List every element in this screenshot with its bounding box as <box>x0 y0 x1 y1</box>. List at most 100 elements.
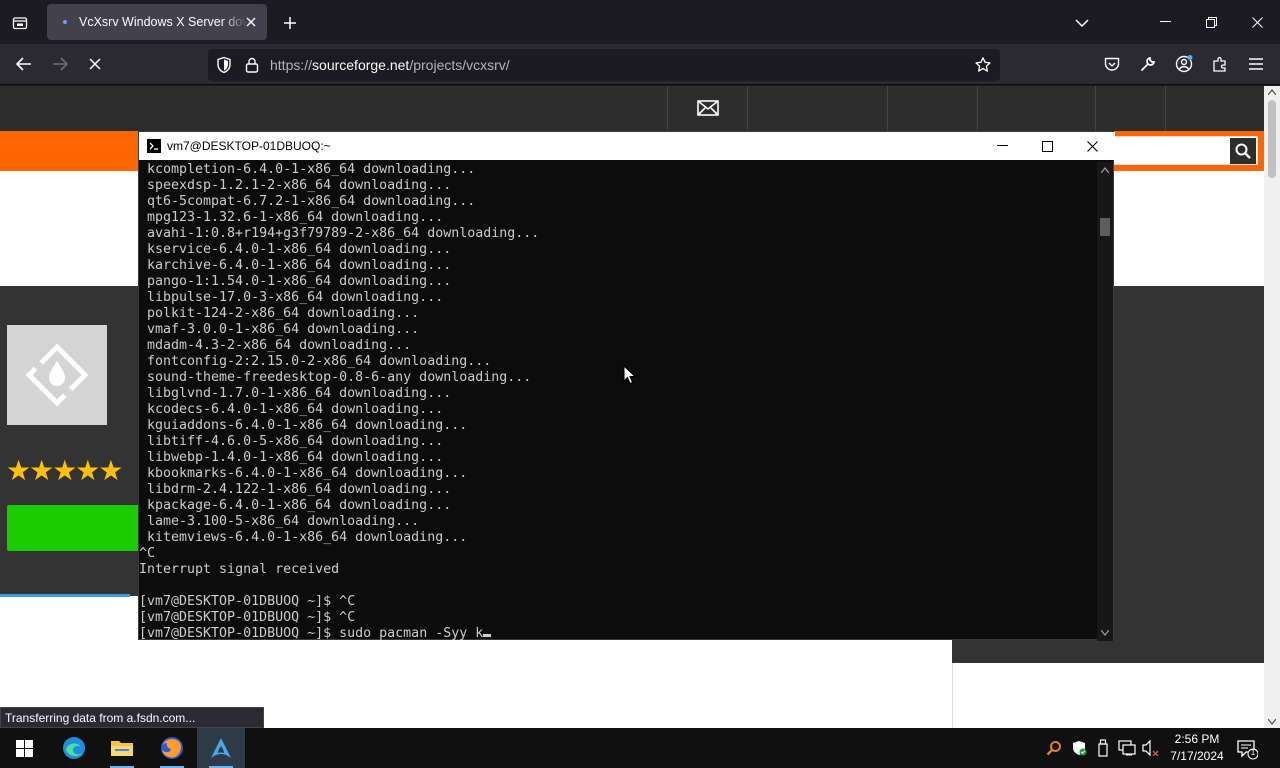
rating-stars: ★★★★★ <box>6 454 124 487</box>
scroll-down-arrow-icon[interactable] <box>1268 719 1276 725</box>
firefox-icon[interactable] <box>148 728 196 768</box>
terminal-line-text: kitemviews-6.4.0-1-x86_64 downloading... <box>147 530 468 545</box>
stop-loading-icon[interactable] <box>81 50 109 78</box>
windows-start-icon[interactable] <box>0 728 48 768</box>
firefox-view-icon[interactable] <box>6 9 34 37</box>
list-all-tabs-chevron-icon[interactable] <box>1068 9 1096 37</box>
back-arrow-icon[interactable] <box>10 50 38 78</box>
scrollbar-thumb[interactable] <box>1268 100 1276 178</box>
arch-linux-icon[interactable] <box>197 728 245 768</box>
terminal-title-bar[interactable]: vm7@DESKTOP-01DBUOQ:~ <box>139 132 1115 160</box>
url-text[interactable]: https://sourceforge.net/projects/vcxsrv/ <box>270 57 510 73</box>
page-scrollbar[interactable] <box>1264 86 1280 728</box>
terminal-line-text: lame-3.100-5-x86_64 downloading... <box>147 514 420 529</box>
download-button[interactable] <box>7 505 147 551</box>
wrench-icon[interactable] <box>1134 50 1162 78</box>
terminal-close-icon[interactable] <box>1069 132 1115 160</box>
extensions-puzzle-icon[interactable] <box>1206 50 1234 78</box>
scroll-up-arrow-icon[interactable] <box>1268 89 1276 95</box>
terminal-maximize-icon[interactable] <box>1024 132 1070 160</box>
clock-time: 2:56 PM <box>1174 732 1220 746</box>
edge-icon[interactable] <box>50 728 98 768</box>
account-avatar-icon[interactable] <box>1170 50 1198 78</box>
terminal-line-text: [vm7@DESKTOP-01DBUOQ ~]$ ^C <box>139 610 356 625</box>
lock-icon[interactable] <box>243 56 261 74</box>
terminal-line: kguiaddons-6.4.0-1-x86_64 downloading... <box>147 418 1099 434</box>
terminal-line-text: kguiaddons-6.4.0-1-x86_64 downloading... <box>147 418 468 433</box>
browser-tab[interactable]: VcXsrv Windows X Server download <box>47 4 267 40</box>
speaker-muted-icon[interactable] <box>1141 738 1161 758</box>
terminal-minimize-icon[interactable] <box>979 132 1025 160</box>
terminal-line-text: kcodecs-6.4.0-1-x86_64 downloading... <box>147 402 444 417</box>
terminal-line: vmaf-3.0.0-1-x86_64 downloading... <box>147 322 1099 338</box>
forward-arrow-icon[interactable] <box>46 50 74 78</box>
security-shield-icon[interactable] <box>1069 738 1089 758</box>
search-magnifier-tray-icon[interactable] <box>1044 738 1064 758</box>
terminal-scroll-up-icon[interactable] <box>1101 167 1109 173</box>
terminal-lines: kcompletion-6.4.0-1-x86_64 downloading..… <box>139 162 1099 641</box>
terminal-line: qt6-5compat-6.7.2-1-x86_64 downloading..… <box>147 194 1099 210</box>
navigation-toolbar: https://sourceforge.net/projects/vcxsrv/ <box>0 44 1280 85</box>
network-icon[interactable] <box>1117 738 1137 758</box>
terminal-line: kcodecs-6.4.0-1-x86_64 downloading... <box>147 402 1099 418</box>
terminal-line-text: libwebp-1.4.0-1-x86_64 downloading... <box>147 450 444 465</box>
terminal-app-icon <box>147 139 161 153</box>
terminal-window[interactable]: vm7@DESKTOP-01DBUOQ:~ kcompletion-6.4.0-… <box>138 131 1115 641</box>
terminal-line-text: sound-theme-freedesktop-0.8-6-any downlo… <box>147 370 532 385</box>
terminal-line: [vm7@DESKTOP-01DBUOQ ~]$ ^C <box>139 610 1099 626</box>
mail-envelope-icon[interactable] <box>696 98 720 118</box>
terminal-line-text: [vm7@DESKTOP-01DBUOQ ~]$ ^C <box>139 594 356 609</box>
terminal-scrollbar[interactable] <box>1097 162 1113 641</box>
pocket-icon[interactable] <box>1098 50 1126 78</box>
search-icon[interactable] <box>1230 138 1256 164</box>
terminal-line: libglvnd-1.7.0-1-x86_64 downloading... <box>147 386 1099 402</box>
terminal-line-text: libglvnd-1.7.0-1-x86_64 downloading... <box>147 386 452 401</box>
terminal-line-text: ^C <box>139 546 156 561</box>
terminal-line-text: kbookmarks-6.4.0-1-x86_64 downloading... <box>147 466 468 481</box>
usb-device-icon[interactable] <box>1093 738 1113 758</box>
new-tab-plus-icon[interactable] <box>276 9 304 37</box>
topbar-cell <box>887 86 977 131</box>
topbar-cell <box>1095 86 1165 131</box>
terminal-scroll-down-icon[interactable] <box>1101 630 1109 636</box>
windows-taskbar: 2:56 PM 7/17/2024 1 <box>0 728 1280 768</box>
browser-tab-strip: VcXsrv Windows X Server download <box>0 0 1280 44</box>
column-divider <box>952 663 953 728</box>
file-explorer-icon[interactable] <box>98 728 146 768</box>
bookmark-star-icon[interactable] <box>974 56 992 74</box>
terminal-line: [vm7@DESKTOP-01DBUOQ ~]$ ^C <box>139 594 1099 610</box>
address-bar[interactable]: https://sourceforge.net/projects/vcxsrv/ <box>208 49 1000 81</box>
project-logo <box>7 325 107 425</box>
terminal-cursor <box>483 634 492 637</box>
terminal-line: polkit-124-2-x86_64 downloading... <box>147 306 1099 322</box>
terminal-line: ^C <box>139 546 1099 562</box>
notification-center-icon[interactable]: 1 <box>1236 738 1258 760</box>
terminal-line-text: Interrupt signal received <box>139 562 340 577</box>
terminal-line-text: libtiff-4.6.0-5-x86_64 downloading... <box>147 434 444 449</box>
terminal-line-text: speexdsp-1.2.1-2-x86_64 downloading... <box>147 178 452 193</box>
mouse-pointer-icon <box>623 365 636 385</box>
terminal-line: libdrm-2.4.122-1-x86_64 downloading... <box>147 482 1099 498</box>
restore-icon[interactable] <box>1188 0 1234 44</box>
hamburger-menu-icon[interactable] <box>1242 50 1270 78</box>
minimize-icon[interactable] <box>1142 0 1188 44</box>
tracking-protection-shield-icon[interactable] <box>215 56 233 74</box>
topbar-cell <box>747 86 887 131</box>
terminal-title: vm7@DESKTOP-01DBUOQ:~ <box>167 139 331 153</box>
system-clock[interactable]: 2:56 PM 7/17/2024 <box>1162 731 1232 765</box>
terminal-scrollbar-thumb[interactable] <box>1100 218 1110 236</box>
terminal-line-text: mdadm-4.3-2-x86_64 downloading... <box>147 338 412 353</box>
terminal-line: kservice-6.4.0-1-x86_64 downloading... <box>147 242 1099 258</box>
url-host: sourceforge.net <box>312 57 410 73</box>
close-window-icon[interactable] <box>1234 0 1280 44</box>
terminal-line: kcompletion-6.4.0-1-x86_64 downloading..… <box>147 162 1099 178</box>
sourceforge-logo-icon <box>25 343 89 407</box>
terminal-line: kbookmarks-6.4.0-1-x86_64 downloading... <box>147 466 1099 482</box>
terminal-output[interactable]: kcompletion-6.4.0-1-x86_64 downloading..… <box>139 162 1099 641</box>
terminal-line: mdadm-4.3-2-x86_64 downloading... <box>147 338 1099 354</box>
close-tab-icon[interactable] <box>243 14 259 30</box>
terminal-line: kitemviews-6.4.0-1-x86_64 downloading... <box>147 530 1099 546</box>
terminal-line: pango-1:1.54.0-1-x86_64 downloading... <box>147 274 1099 290</box>
section-tab-indicator <box>0 594 130 597</box>
terminal-line-text: libdrm-2.4.122-1-x86_64 downloading... <box>147 482 452 497</box>
